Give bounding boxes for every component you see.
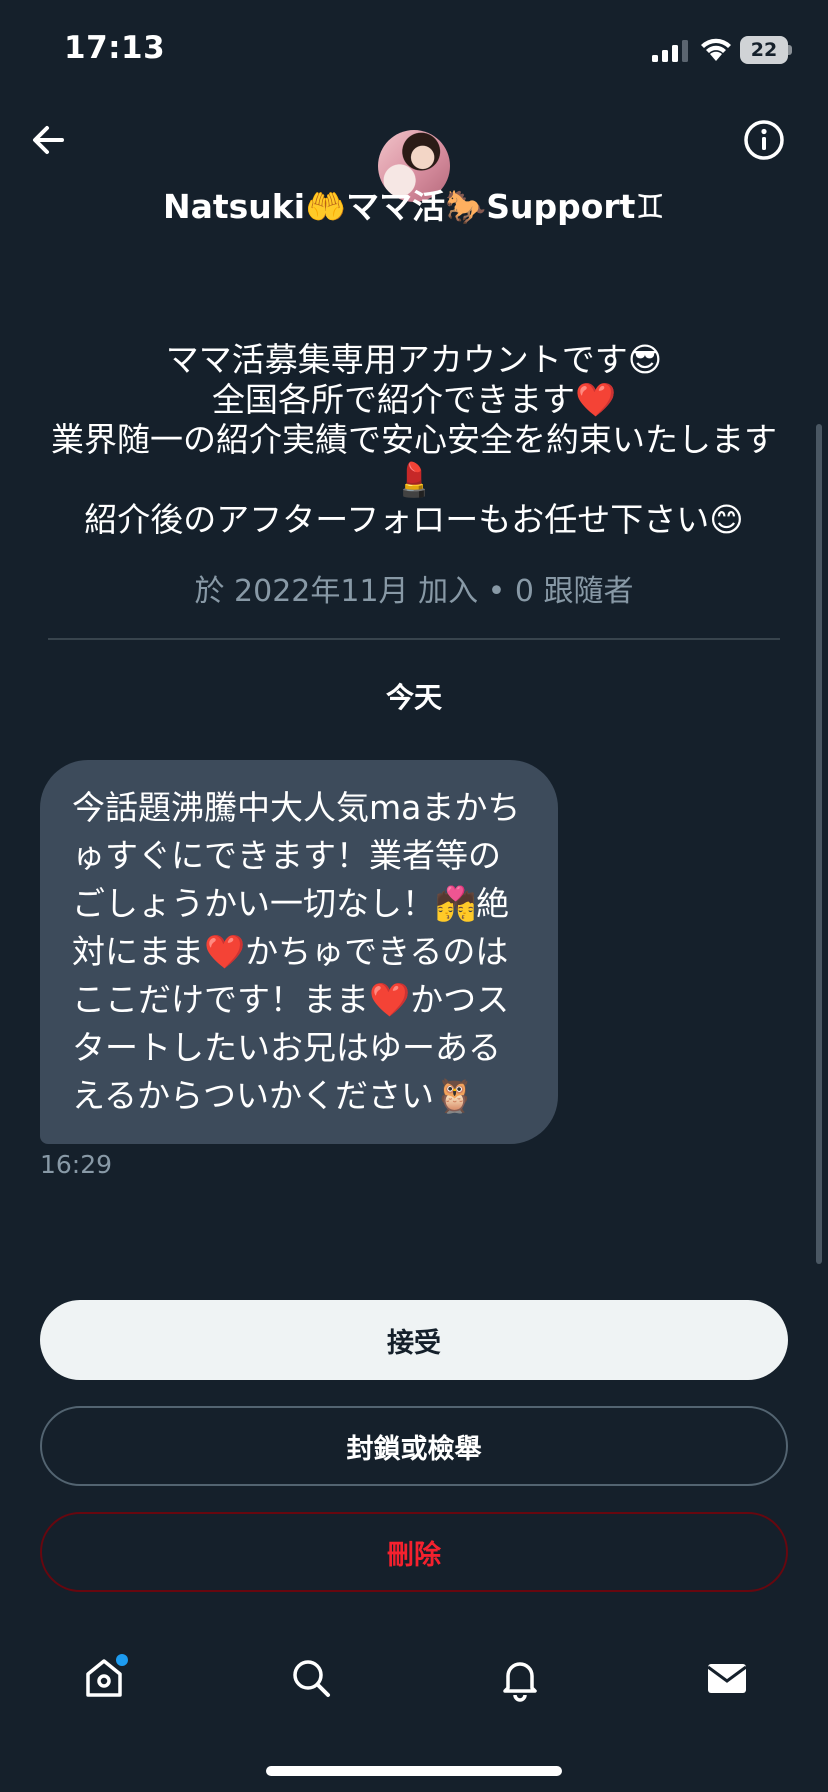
join-info: 於 2022年11月 加入 • 0 跟隨者 (194, 574, 634, 609)
divider (48, 638, 780, 640)
tab-home[interactable] (74, 1648, 134, 1708)
info-button[interactable] (740, 116, 788, 164)
home-indicator[interactable] (266, 1766, 562, 1776)
tab-search[interactable] (281, 1648, 341, 1708)
mail-icon (707, 1664, 747, 1693)
display-name: Natsuki🤲ママ活🐎Support♊ (162, 187, 666, 226)
bio-line: ママ活募集専用アカウントです😎 (165, 340, 663, 379)
back-button[interactable] (24, 116, 72, 164)
search-icon (293, 1660, 330, 1697)
profile-bio: ママ活募集専用アカウントです😎 全国各所で紹介できます❤️ 業界随一の紹介実績で… (50, 340, 778, 540)
battery-level: 22 (740, 36, 788, 64)
message-timestamp: 16:29 (40, 1150, 113, 1179)
block-or-report-button[interactable]: 封鎖或檢舉 (40, 1406, 788, 1486)
battery-tip (788, 45, 792, 55)
scrollbar[interactable] (816, 424, 822, 1264)
status-bar: 17:13 22 (0, 0, 828, 100)
cellular-signal-icon (652, 40, 688, 62)
tab-bar (0, 1632, 828, 1722)
bio-line: 業界随一の紹介実績で安心安全を約束いたします💄 (51, 420, 777, 499)
bell-icon (503, 1662, 537, 1702)
bio-line: 紹介後のアフターフォローもお任せ下さい😊 (84, 500, 744, 539)
message-bubble[interactable]: 今話題沸騰中大人気maまかちゅすぐにできます！業者等のごしょうかい一切なし！💏絶… (40, 760, 558, 1144)
dm-request-screen: 17:13 22 Natsuki🤲ママ活🐎Support♊ ママ活募集専用アカウ… (0, 0, 828, 1792)
wifi-icon (701, 38, 731, 61)
info-circle-icon (744, 120, 784, 160)
message-text: 今話題沸騰中大人気maまかちゅすぐにできます！業者等のごしょうかい一切なし！💏絶… (72, 788, 521, 1115)
date-separator: 今天 (385, 681, 442, 714)
notification-dot (116, 1654, 128, 1666)
battery-indicator: 22 (740, 36, 792, 64)
tab-messages[interactable] (697, 1648, 757, 1708)
tab-notifications[interactable] (490, 1648, 550, 1708)
status-time: 17:13 (64, 30, 166, 66)
delete-button[interactable]: 刪除 (40, 1512, 788, 1592)
arrow-left-icon (33, 126, 64, 154)
accept-button[interactable]: 接受 (40, 1300, 788, 1380)
bio-line: 全国各所で紹介できます❤️ (211, 380, 617, 419)
